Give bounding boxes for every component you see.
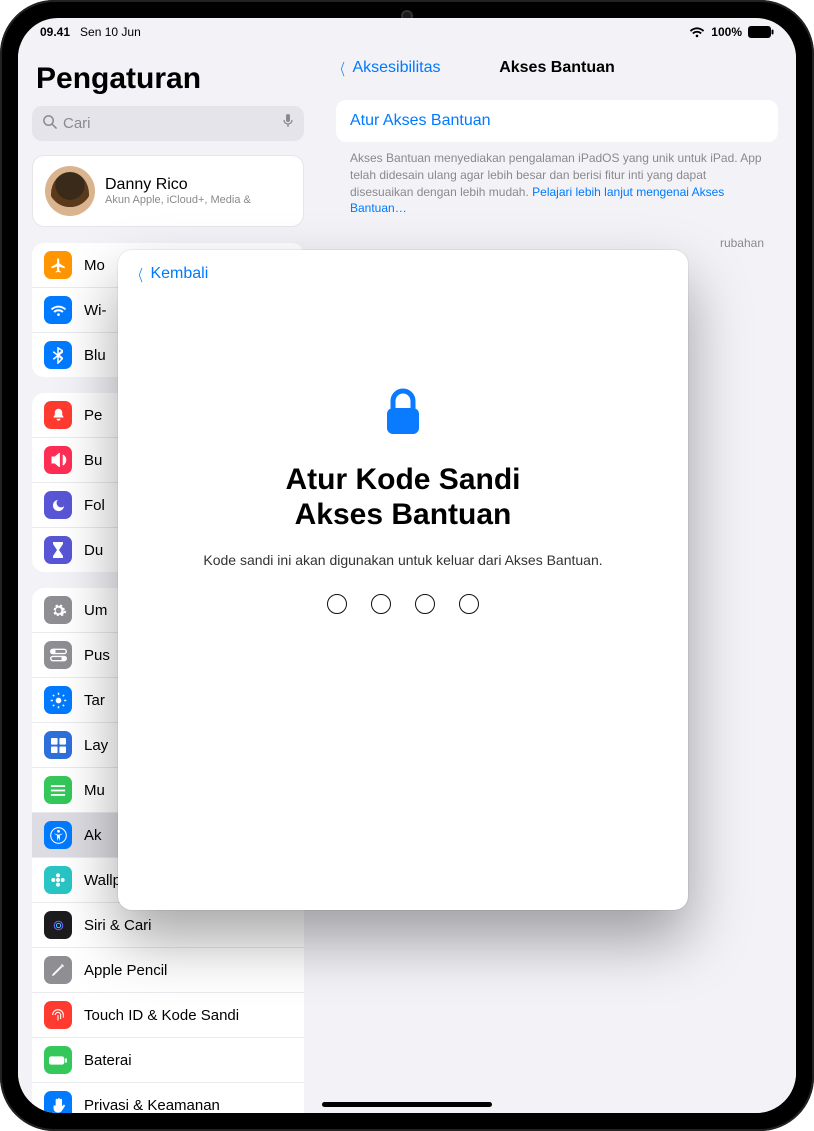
status-bar: 09.41 Sen 10 Jun 100% <box>18 18 796 46</box>
bell-icon <box>44 401 72 429</box>
sidebar-item-label: Du <box>84 542 103 559</box>
sidebar-item-label: Siri & Cari <box>84 917 152 934</box>
sidebar-item-label: Bu <box>84 452 102 469</box>
sidebar-item-label: Ak <box>84 827 102 844</box>
detail-navbar: 〈 Aksesibilitas Akses Bantuan <box>318 46 796 90</box>
passcode-setup-modal: 〈 Kembali Atur Kode Sandi Akses Bantuan … <box>118 250 688 910</box>
passcode-dot <box>415 594 435 614</box>
back-to-accessibility[interactable]: 〈 Aksesibilitas <box>332 56 441 80</box>
status-date: Sen 10 Jun <box>80 25 141 39</box>
grid-icon <box>44 731 72 759</box>
sidebar-item[interactable]: Touch ID & Kode Sandi <box>32 993 304 1038</box>
sidebar-item-label: Apple Pencil <box>84 962 167 979</box>
search-field[interactable]: Cari <box>32 106 304 141</box>
apple-id-row[interactable]: Danny Rico Akun Apple, iCloud+, Media & <box>32 155 304 227</box>
assistive-access-description: Akses Bantuan menyediakan pengalaman iPa… <box>336 142 778 217</box>
sidebar-item-label: Blu <box>84 347 106 364</box>
passcode-dot <box>459 594 479 614</box>
flower-icon <box>44 866 72 894</box>
sidebar-item-label: Um <box>84 602 107 619</box>
status-left: 09.41 Sen 10 Jun <box>40 25 141 39</box>
hand-icon <box>44 1091 72 1113</box>
sidebar-item-label: Touch ID & Kode Sandi <box>84 1007 239 1024</box>
search-placeholder: Cari <box>63 115 282 132</box>
modal-back-button[interactable]: 〈 Kembali <box>130 262 208 286</box>
lock-icon <box>380 386 426 443</box>
sidebar-item-label: Baterai <box>84 1052 132 1069</box>
touchid-icon <box>44 1001 72 1029</box>
setup-assistive-access-link[interactable]: Atur Akses Bantuan <box>336 100 778 142</box>
account-name: Danny Rico <box>105 176 251 194</box>
gear-icon <box>44 596 72 624</box>
battery-icon <box>44 1046 72 1074</box>
pencil-icon <box>44 956 72 984</box>
battery-percent: 100% <box>711 25 742 39</box>
list-icon <box>44 776 72 804</box>
dictate-icon[interactable] <box>282 113 294 134</box>
accessibility-icon <box>44 821 72 849</box>
sidebar-item-label: Mu <box>84 782 105 799</box>
passcode-dots[interactable] <box>327 594 479 614</box>
bluetooth-icon <box>44 341 72 369</box>
sidebar-item-label: Privasi & Keamanan <box>84 1097 220 1114</box>
moon-icon <box>44 491 72 519</box>
siri-icon <box>44 911 72 939</box>
detail-title: Akses Bantuan <box>499 59 615 77</box>
sidebar-item-label: Mo <box>84 257 105 274</box>
wifi-icon <box>44 296 72 324</box>
hourglass-icon <box>44 536 72 564</box>
sidebar-item-label: Lay <box>84 737 108 754</box>
sidebar-item-label: Tar <box>84 692 105 709</box>
sidebar-item[interactable]: Baterai <box>32 1038 304 1083</box>
sidebar-item[interactable]: Privasi & Keamanan <box>32 1083 304 1113</box>
battery-icon <box>748 26 774 38</box>
sidebar-item-label: Fol <box>84 497 105 514</box>
account-subtitle: Akun Apple, iCloud+, Media & <box>105 194 251 206</box>
wifi-icon <box>689 26 705 38</box>
switches-icon <box>44 641 72 669</box>
sidebar-item-label: Wi- <box>84 302 107 319</box>
chevron-left-icon: 〈 <box>133 262 143 286</box>
sidebar-item-label: Pe <box>84 407 102 424</box>
sidebar-title: Pengaturan <box>36 62 304 96</box>
modal-subtitle: Kode sandi ini akan digunakan untuk kelu… <box>203 552 602 568</box>
avatar <box>45 166 95 216</box>
sidebar-item[interactable]: Apple Pencil <box>32 948 304 993</box>
airplane-icon <box>44 251 72 279</box>
sun-icon <box>44 686 72 714</box>
modal-heading: Atur Kode Sandi Akses Bantuan <box>285 463 520 532</box>
truncated-text: rubahan <box>336 217 778 252</box>
chevron-left-icon: 〈 <box>335 56 345 80</box>
sidebar-item-label: Pus <box>84 647 110 664</box>
home-indicator[interactable] <box>322 1102 492 1107</box>
status-time: 09.41 <box>40 25 70 39</box>
passcode-dot <box>371 594 391 614</box>
speaker-icon <box>44 446 72 474</box>
passcode-dot <box>327 594 347 614</box>
search-icon <box>42 114 57 134</box>
